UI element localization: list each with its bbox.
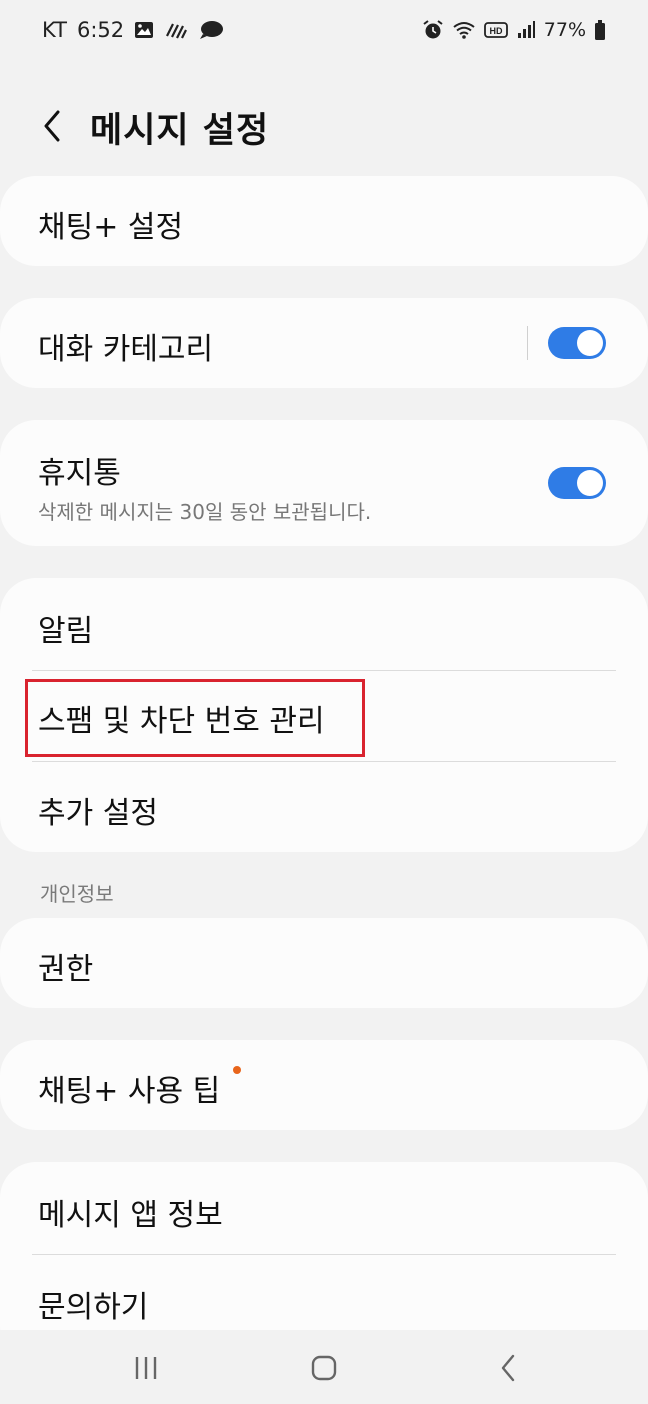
clock: 6:52	[76, 18, 125, 42]
navigation-bar	[0, 1330, 648, 1404]
status-right: HD 77%	[422, 18, 606, 42]
trash-item[interactable]: 휴지통 삭제한 메시지는 30일 동안 보관됩니다.	[0, 420, 648, 546]
toggle-knob	[577, 470, 603, 496]
divider	[32, 761, 616, 762]
toggle-knob	[577, 330, 603, 356]
divider-vertical	[527, 326, 528, 360]
more-settings-item[interactable]: 추가 설정	[38, 788, 158, 832]
trash-label: 휴지통	[38, 456, 121, 491]
permissions-label: 권한	[38, 952, 94, 987]
notification-group-card: 알림 스팸 및 차단 번호 관리 추가 설정	[0, 578, 648, 852]
permissions-item[interactable]: 권한	[0, 918, 648, 1008]
trash-description: 삭제한 메시지는 30일 동안 보관됩니다.	[38, 500, 372, 524]
divider	[32, 1254, 616, 1255]
image-icon	[134, 18, 154, 42]
cell-signal-icon	[516, 18, 536, 42]
chat-plus-tips-label: 채팅+ 사용 팁	[38, 1074, 221, 1109]
conversation-categories-toggle[interactable]	[548, 327, 606, 359]
recent-apps-icon	[135, 1357, 157, 1379]
back-icon	[501, 1354, 515, 1382]
chevron-left-icon	[44, 110, 60, 142]
conversation-categories-item[interactable]: 대화 카테고리	[0, 298, 648, 388]
alarm-icon	[422, 18, 444, 42]
wifi-icon	[452, 18, 476, 42]
home-button[interactable]	[306, 1350, 342, 1386]
chat-bubble-icon	[198, 18, 224, 42]
recent-apps-button[interactable]	[128, 1350, 164, 1386]
hd-voice-icon: HD	[483, 18, 508, 42]
app-header: 메시지 설정	[0, 92, 648, 162]
new-badge-dot	[233, 1066, 241, 1074]
conversation-categories-label: 대화 카테고리	[38, 332, 214, 367]
app-info-item[interactable]: 메시지 앱 정보	[38, 1190, 223, 1234]
chat-plus-settings-item[interactable]: 채팅+ 설정	[0, 176, 648, 266]
carrier-label: KT	[42, 18, 67, 42]
chat-plus-settings-label: 채팅+ 설정	[38, 210, 184, 245]
page-title: 메시지 설정	[90, 111, 270, 151]
notifications-item[interactable]: 알림	[38, 606, 93, 650]
chat-plus-tips-item[interactable]: 채팅+ 사용 팁	[0, 1040, 648, 1130]
status-left: KT 6:52	[42, 18, 224, 42]
trash-toggle[interactable]	[548, 467, 606, 499]
back-button[interactable]	[32, 100, 72, 152]
battery-percent: 77%	[543, 19, 586, 41]
divider	[32, 670, 616, 671]
signal-stripes-icon	[164, 18, 188, 42]
home-icon	[311, 1355, 337, 1381]
status-bar: KT 6:52 HD 77%	[0, 0, 648, 64]
highlight-box	[25, 679, 365, 757]
back-nav-button[interactable]	[490, 1350, 526, 1386]
battery-icon	[594, 18, 606, 42]
hd-label: HD	[489, 26, 502, 36]
contact-us-item[interactable]: 문의하기	[38, 1282, 148, 1326]
privacy-section-label: 개인정보	[40, 882, 114, 906]
